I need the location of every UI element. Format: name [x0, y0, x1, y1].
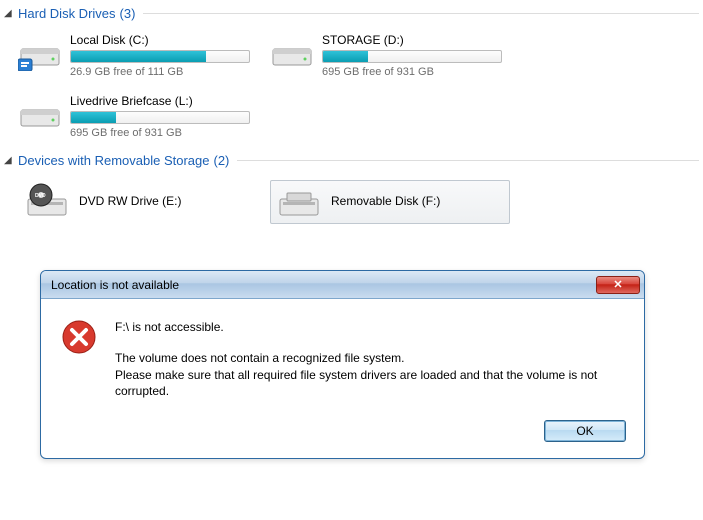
drives-row: Livedrive Briefcase (L:) 695 GB free of …: [0, 86, 703, 147]
divider: [143, 13, 699, 14]
drive-label: Local Disk (C:): [70, 33, 258, 47]
drive-removable-f[interactable]: Removable Disk (F:): [270, 180, 510, 224]
drives-row: Local Disk (C:) 26.9 GB free of 111 GB S…: [0, 25, 703, 86]
drive-body: STORAGE (D:) 695 GB free of 931 GB: [322, 33, 510, 78]
ok-button[interactable]: OK: [544, 420, 626, 442]
error-icon: [61, 319, 97, 355]
capacity-fill: [323, 51, 368, 62]
hdd-icon: [18, 94, 62, 132]
dvd-drive-icon: DVD: [25, 183, 69, 221]
svg-text:DVD: DVD: [35, 193, 46, 199]
section-header-hdd[interactable]: ◢ Hard Disk Drives (3): [0, 0, 703, 25]
capacity-bar: [322, 50, 502, 63]
capacity-fill: [71, 112, 116, 123]
message-detail-1: The volume does not contain a recognized…: [115, 350, 626, 367]
capacity-bar: [70, 50, 250, 63]
section-title: Devices with Removable Storage: [18, 153, 209, 168]
drive-label: Removable Disk (F:): [331, 194, 440, 208]
dialog-body: F:\ is not accessible. The volume does n…: [41, 299, 644, 410]
section-header-removable[interactable]: ◢ Devices with Removable Storage (2): [0, 147, 703, 172]
drive-dvd-e[interactable]: DVD DVD RW Drive (E:): [18, 180, 258, 224]
message-main: F:\ is not accessible.: [115, 319, 626, 336]
drive-livedrive-l[interactable]: Livedrive Briefcase (L:) 695 GB free of …: [18, 94, 258, 139]
drive-label: Livedrive Briefcase (L:): [70, 94, 258, 108]
removable-drive-icon: [277, 183, 321, 221]
drive-stats: 695 GB free of 931 GB: [70, 127, 258, 139]
hdd-icon: [270, 33, 314, 71]
message-detail-2: Please make sure that all required file …: [115, 367, 626, 401]
section-count: (3): [120, 6, 136, 21]
divider: [237, 160, 699, 161]
dialog-message: F:\ is not accessible. The volume does n…: [115, 319, 626, 400]
section-count: (2): [213, 153, 229, 168]
drive-storage-d[interactable]: STORAGE (D:) 695 GB free of 931 GB: [270, 33, 510, 78]
drives-row: DVD DVD RW Drive (E:) Removable Disk (F:…: [0, 172, 703, 232]
collapse-arrow-icon: ◢: [4, 8, 14, 19]
dialog-titlebar[interactable]: Location is not available ✕: [41, 271, 644, 299]
error-dialog: Location is not available ✕ F:\ is not a…: [40, 270, 645, 459]
drive-body: Livedrive Briefcase (L:) 695 GB free of …: [70, 94, 258, 139]
section-title: Hard Disk Drives: [18, 6, 116, 21]
drive-stats: 26.9 GB free of 111 GB: [70, 66, 258, 78]
drive-label: STORAGE (D:): [322, 33, 510, 47]
capacity-fill: [71, 51, 206, 62]
drive-label: DVD RW Drive (E:): [79, 194, 181, 208]
capacity-bar: [70, 111, 250, 124]
dialog-title: Location is not available: [51, 278, 596, 292]
drive-local-c[interactable]: Local Disk (C:) 26.9 GB free of 111 GB: [18, 33, 258, 78]
close-icon: ✕: [613, 278, 622, 291]
close-button[interactable]: ✕: [596, 276, 640, 294]
drive-stats: 695 GB free of 931 GB: [322, 66, 510, 78]
drive-body: Local Disk (C:) 26.9 GB free of 111 GB: [70, 33, 258, 78]
hdd-icon: [18, 33, 62, 71]
dialog-footer: OK: [41, 410, 644, 458]
collapse-arrow-icon: ◢: [4, 155, 14, 166]
